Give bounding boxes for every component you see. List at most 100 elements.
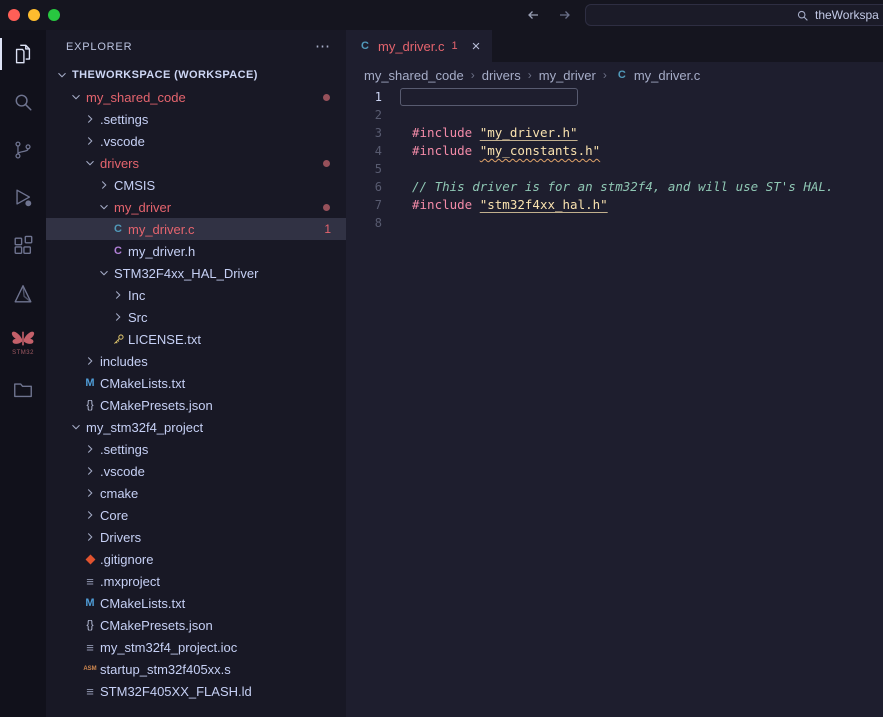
code-line[interactable]: 3#include "my_driver.h" — [346, 124, 883, 142]
tree-item[interactable]: my_driver — [46, 196, 346, 218]
tree-item[interactable]: ≡STM32F405XX_FLASH.ld — [46, 680, 346, 702]
breadcrumb-item[interactable]: my_driver — [539, 68, 596, 83]
tree-item[interactable]: {}CMakePresets.json — [46, 614, 346, 636]
activity-item-search[interactable] — [0, 78, 46, 126]
stm32-butterfly-icon — [10, 329, 36, 349]
tree-item[interactable]: CMSIS — [46, 174, 346, 196]
tree-item[interactable]: STM32F4xx_HAL_Driver — [46, 262, 346, 284]
code-editor[interactable]: 123#include "my_driver.h"4#include "my_c… — [346, 88, 883, 717]
files-icon — [12, 43, 34, 65]
tree-item[interactable]: {}CMakePresets.json — [46, 394, 346, 416]
tree-item[interactable]: .settings — [46, 108, 346, 130]
tree-item[interactable]: LICENSE.txt — [46, 328, 346, 350]
tree-item[interactable]: .settings — [46, 438, 346, 460]
code-line[interactable]: 4#include "my_constants.h" — [346, 142, 883, 160]
code-line[interactable]: 8 — [346, 214, 883, 232]
more-actions-button[interactable]: ⋯ — [315, 42, 330, 52]
editor-area: C my_driver.c 1 × my_shared_code›drivers… — [346, 30, 883, 717]
tree-item-label: startup_stm32f405xx.s — [100, 662, 231, 677]
tree-item-label: CMSIS — [114, 178, 155, 193]
cmake-file-icon: M — [82, 597, 98, 609]
activity-item-remote-explorer[interactable] — [0, 366, 46, 414]
list-file-icon: ≡ — [82, 684, 98, 699]
tree-item-label: CMakeLists.txt — [100, 376, 185, 391]
tree-item[interactable]: ≡my_stm32f4_project.ioc — [46, 636, 346, 658]
chevron-right-icon — [82, 463, 98, 479]
h-file-icon: C — [110, 245, 126, 257]
modified-dot — [323, 94, 330, 101]
chevron-down-icon — [82, 155, 98, 171]
minimize-window-button[interactable] — [28, 9, 40, 21]
tree-item[interactable]: .vscode — [46, 130, 346, 152]
tree-item[interactable]: cmake — [46, 482, 346, 504]
activity-item-source-control[interactable] — [0, 126, 46, 174]
close-window-button[interactable] — [8, 9, 20, 21]
code-line[interactable]: 5 — [346, 160, 883, 178]
breadcrumb-item[interactable]: my_shared_code — [364, 68, 464, 83]
modified-dot — [323, 204, 330, 211]
chevron-down-icon — [54, 67, 70, 83]
nav-forward-button[interactable] — [552, 3, 578, 27]
tree-item[interactable]: Drivers — [46, 526, 346, 548]
tree-item[interactable]: drivers — [46, 152, 346, 174]
asm-file-icon: ASM — [82, 666, 98, 672]
traffic-lights — [8, 9, 60, 21]
tree-item[interactable]: MCMakeLists.txt — [46, 592, 346, 614]
tab-bar: C my_driver.c 1 × — [346, 30, 883, 62]
chevron-right-icon — [82, 485, 98, 501]
code-line[interactable]: 7#include "stm32f4xx_hal.h" — [346, 196, 883, 214]
tree-item[interactable]: includes — [46, 350, 346, 372]
command-center-search[interactable]: theWorkspa — [585, 4, 883, 26]
tree-item-label: .vscode — [100, 134, 145, 149]
tree-item-label: LICENSE.txt — [128, 332, 201, 347]
tree-item[interactable]: MCMakeLists.txt — [46, 372, 346, 394]
c-file-icon: C — [110, 223, 126, 235]
code-line[interactable]: 1 — [346, 88, 883, 106]
tree-item-label: my_shared_code — [86, 90, 186, 105]
tree-item-label: Drivers — [100, 530, 141, 545]
activity-item-stm32[interactable]: STM32 — [0, 318, 46, 366]
activity-item-explorer[interactable] — [0, 30, 46, 78]
activity-bar: STM32 — [0, 30, 46, 717]
zoom-window-button[interactable] — [48, 9, 60, 21]
json-braces-icon: {} — [82, 399, 98, 411]
activity-item-extensions[interactable] — [0, 222, 46, 270]
tree-item[interactable]: Cmy_driver.c1 — [46, 218, 346, 240]
tree-item[interactable]: Core — [46, 504, 346, 526]
tree-item[interactable]: my_shared_code — [46, 86, 346, 108]
code-line-text: #include "my_driver.h" — [412, 124, 578, 142]
breadcrumb-item[interactable]: drivers — [482, 68, 521, 83]
tree-item-label: .mxproject — [100, 574, 160, 589]
tree-item-label: Inc — [128, 288, 145, 303]
folder-icon — [12, 379, 34, 401]
line-number: 8 — [346, 214, 382, 232]
tree-item-label: .gitignore — [100, 552, 153, 567]
tree-item[interactable]: Src — [46, 306, 346, 328]
tree-item[interactable]: ≡.mxproject — [46, 570, 346, 592]
tree-item[interactable]: Inc — [46, 284, 346, 306]
line-number: 1 — [346, 88, 382, 106]
tree-item[interactable]: THEWORKSPACE (WORKSPACE) — [46, 64, 346, 86]
code-line[interactable]: 6// This driver is for an stm32f4, and w… — [346, 178, 883, 196]
line-number: 7 — [346, 196, 382, 214]
nav-back-button[interactable] — [520, 3, 546, 27]
tree-item-label: my_driver.c — [128, 222, 194, 237]
tree-item[interactable]: Cmy_driver.h — [46, 240, 346, 262]
history-nav — [520, 3, 578, 27]
breadcrumbs: my_shared_code›drivers›my_driver›Cmy_dri… — [346, 62, 883, 88]
activity-item-run-debug[interactable] — [0, 174, 46, 222]
tree-item[interactable]: .vscode — [46, 460, 346, 482]
tree-item[interactable]: .gitignore — [46, 548, 346, 570]
chevron-down-icon — [96, 265, 112, 281]
tree-item-label: includes — [100, 354, 148, 369]
tree-item[interactable]: my_stm32f4_project — [46, 416, 346, 438]
tree-item[interactable]: ASMstartup_stm32f405xx.s — [46, 658, 346, 680]
git-icon — [82, 556, 98, 563]
code-line[interactable]: 2 — [346, 106, 883, 124]
tree-item-label: .settings — [100, 112, 148, 127]
c-file-icon: C — [358, 40, 372, 52]
tab-my-driver-c[interactable]: C my_driver.c 1 × — [346, 30, 492, 62]
breadcrumb-item[interactable]: Cmy_driver.c — [614, 68, 700, 83]
activity-item-cmake[interactable] — [0, 270, 46, 318]
close-tab-icon[interactable]: × — [472, 39, 481, 54]
